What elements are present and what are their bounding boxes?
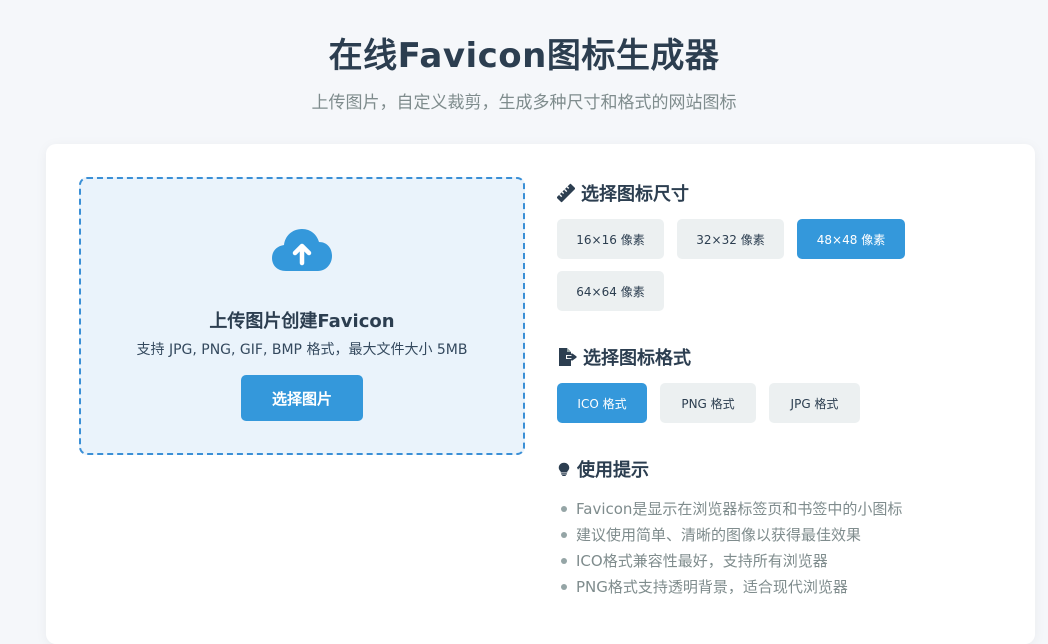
tips-section-title: 使用提示 <box>557 456 649 482</box>
tips-list: Favicon是显示在浏览器标签页和书签中的小图标 建议使用简单、清晰的图像以获… <box>558 496 902 600</box>
file-export-icon <box>559 348 577 366</box>
tips-section-label: 使用提示 <box>577 460 649 481</box>
size-section-title: 选择图标尺寸 <box>557 180 689 206</box>
cloud-upload-icon <box>272 229 332 271</box>
main-card: 上传图片创建Favicon 支持 JPG, PNG, GIF, BMP 格式，最… <box>46 144 1035 644</box>
tip-item: ICO格式兼容性最好，支持所有浏览器 <box>558 548 902 574</box>
format-option-jpg[interactable]: JPG 格式 <box>769 383 860 423</box>
size-option-64[interactable]: 64×64 像素 <box>557 271 664 311</box>
lightbulb-icon <box>558 462 570 476</box>
format-option-png[interactable]: PNG 格式 <box>660 383 756 423</box>
upload-title: 上传图片创建Favicon <box>209 311 395 332</box>
page-subtitle: 上传图片，自定义裁剪，生成多种尺寸和格式的网站图标 <box>311 93 737 113</box>
size-option-16[interactable]: 16×16 像素 <box>557 219 664 259</box>
size-option-48[interactable]: 48×48 像素 <box>797 219 905 259</box>
upload-dropzone[interactable]: 上传图片创建Favicon 支持 JPG, PNG, GIF, BMP 格式，最… <box>79 177 525 455</box>
format-section-title: 选择图标格式 <box>557 344 691 370</box>
size-option-32[interactable]: 32×32 像素 <box>677 219 784 259</box>
tip-item: 建议使用简单、清晰的图像以获得最佳效果 <box>558 522 902 548</box>
ruler-icon <box>557 183 575 203</box>
tip-item: Favicon是显示在浏览器标签页和书签中的小图标 <box>558 496 902 522</box>
upload-hint: 支持 JPG, PNG, GIF, BMP 格式，最大文件大小 5MB <box>136 342 468 358</box>
choose-image-button[interactable]: 选择图片 <box>241 375 363 421</box>
format-option-ico[interactable]: ICO 格式 <box>557 383 647 423</box>
tip-item: PNG格式支持透明背景，适合现代浏览器 <box>558 574 902 600</box>
size-section-label: 选择图标尺寸 <box>581 184 689 205</box>
format-section-label: 选择图标格式 <box>583 348 691 369</box>
page-title: 在线Favicon图标生成器 <box>328 36 720 76</box>
